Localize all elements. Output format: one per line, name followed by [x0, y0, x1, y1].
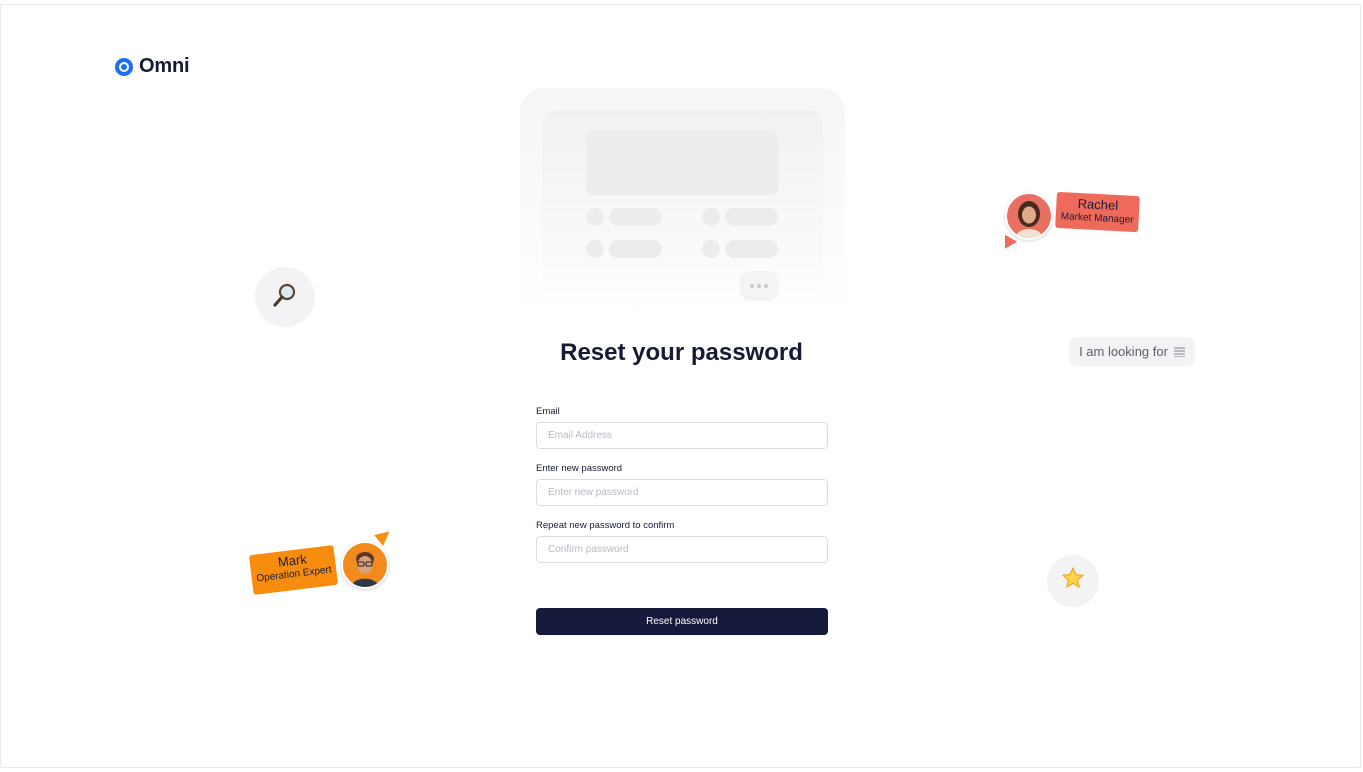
confirm-password-field[interactable]: [536, 536, 828, 563]
omni-logo-icon: [115, 57, 133, 76]
star-decoration: [1047, 555, 1099, 607]
illustration-banner: [586, 131, 778, 195]
brand-logo[interactable]: Omni: [115, 55, 190, 78]
email-label: Email: [536, 406, 560, 417]
brand-name: Omni: [139, 55, 190, 77]
illustration-dot: [702, 208, 720, 226]
star-icon: [1061, 566, 1085, 597]
illustration-pill: [725, 240, 778, 258]
illustration-pill: [609, 208, 662, 226]
illustration-pill: [609, 240, 662, 258]
avatar-mark: [341, 541, 389, 589]
reset-password-button[interactable]: Reset password: [536, 608, 828, 635]
new-password-label: Enter new password: [536, 463, 623, 474]
illustration-dot: [586, 208, 604, 226]
confirm-password-label: Repeat new password to confirm: [536, 520, 675, 531]
new-password-field[interactable]: [536, 479, 828, 506]
page-title: Reset your password: [560, 339, 803, 366]
illustration-dot: [702, 240, 720, 258]
person-tag-rachel: Rachel Market Manager: [1055, 191, 1140, 233]
reset-password-form: Email Enter new password Repeat new pass…: [536, 406, 828, 577]
typing-bubble: [740, 271, 778, 301]
search-decoration: [255, 267, 315, 327]
avatar-rachel: [1005, 192, 1053, 240]
illustration-pill: [725, 208, 778, 226]
illustration-dot: [586, 240, 604, 258]
magnifying-glass-icon: [270, 280, 300, 315]
email-field[interactable]: [536, 422, 828, 449]
